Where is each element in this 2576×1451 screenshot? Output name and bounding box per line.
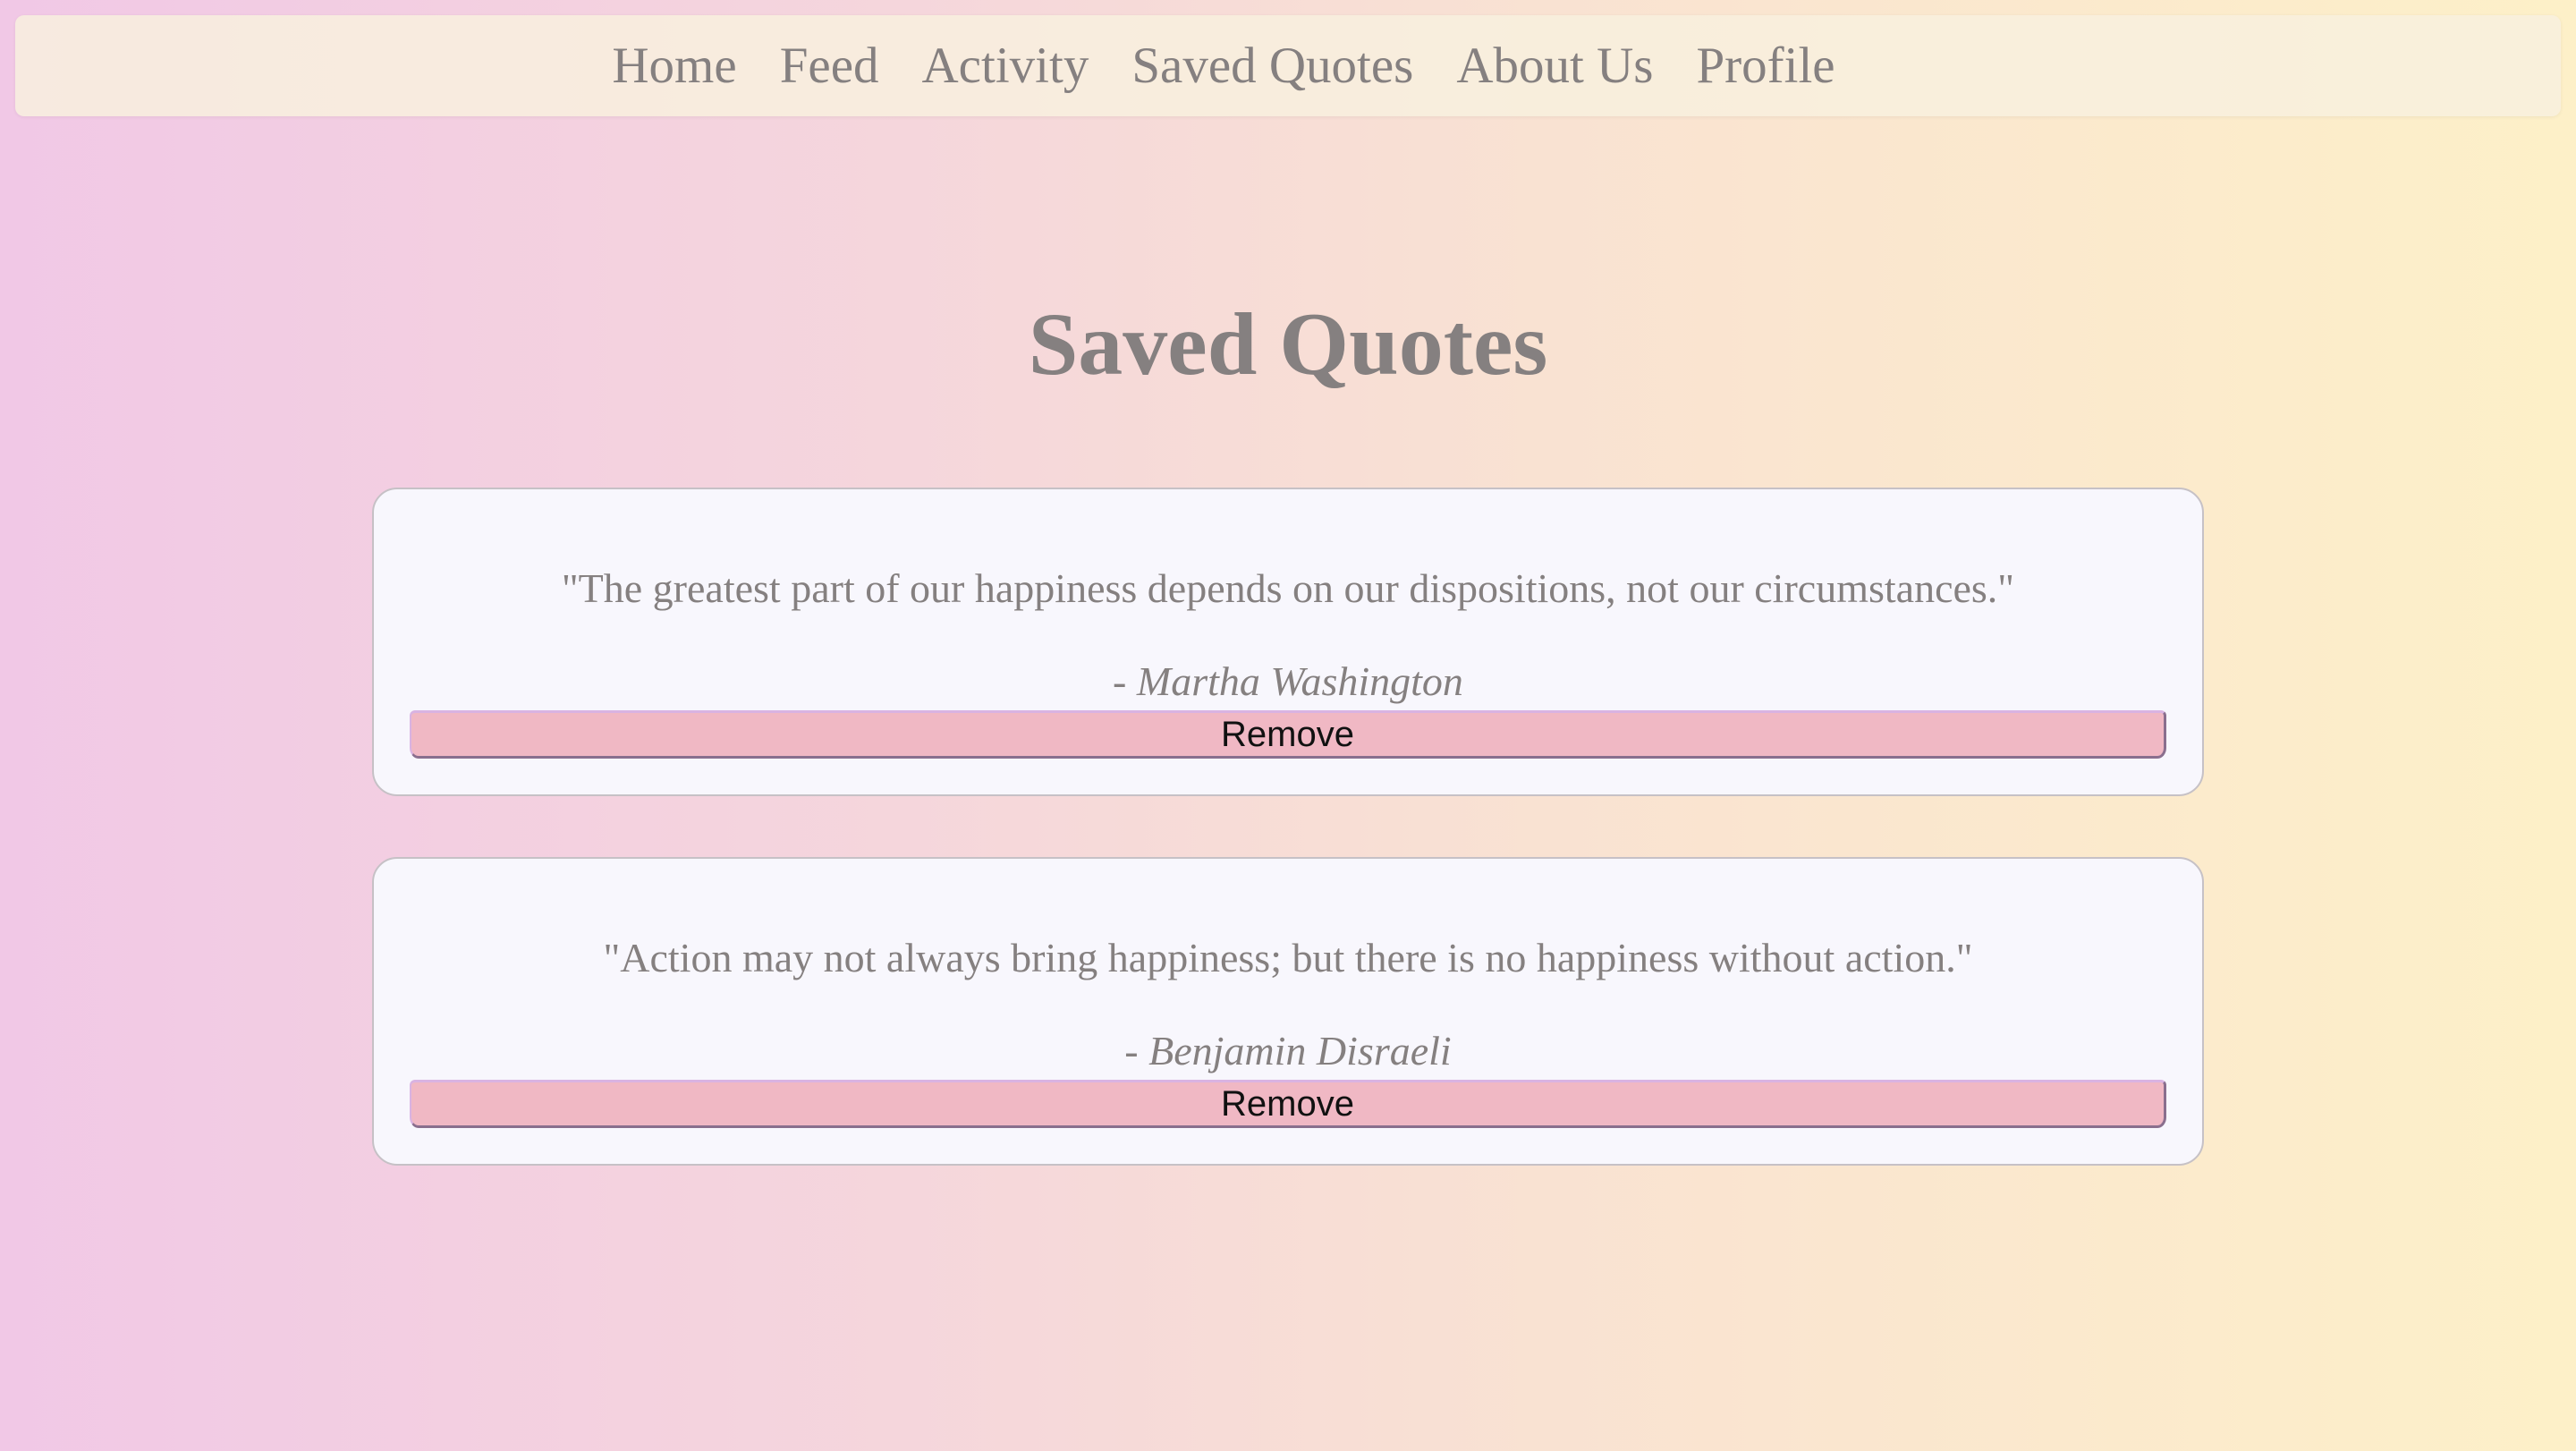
author-dash: - <box>1124 1028 1149 1073</box>
author-dash: - <box>1113 658 1137 704</box>
nav-link-about-us[interactable]: About Us <box>1456 40 1653 91</box>
nav-link-feed[interactable]: Feed <box>780 40 879 91</box>
nav-link-home[interactable]: Home <box>612 40 736 91</box>
nav-link-profile[interactable]: Profile <box>1696 40 1835 91</box>
quote-card: "The greatest part of our happiness depe… <box>372 488 2204 796</box>
author-name: Benjamin Disraeli <box>1148 1028 1452 1073</box>
remove-button[interactable]: Remove <box>410 710 2166 759</box>
quote-author: - Benjamin Disraeli <box>374 1031 2202 1072</box>
quote-author: - Martha Washington <box>374 661 2202 702</box>
page-title: Saved Quotes <box>1028 294 1548 394</box>
remove-button[interactable]: Remove <box>410 1080 2166 1128</box>
quote-card: "Action may not always bring happiness; … <box>372 857 2204 1166</box>
nav-link-activity[interactable]: Activity <box>922 40 1089 91</box>
quote-text: "The greatest part of our happiness depe… <box>561 565 2015 611</box>
author-name: Martha Washington <box>1136 658 1463 704</box>
nav-link-saved-quotes[interactable]: Saved Quotes <box>1131 40 1413 91</box>
quote-text: "Action may not always bring happiness; … <box>603 935 1973 980</box>
nav-links: Home Feed Activity Saved Quotes About Us… <box>612 40 1835 91</box>
top-navbar: Home Feed Activity Saved Quotes About Us… <box>15 15 2561 116</box>
